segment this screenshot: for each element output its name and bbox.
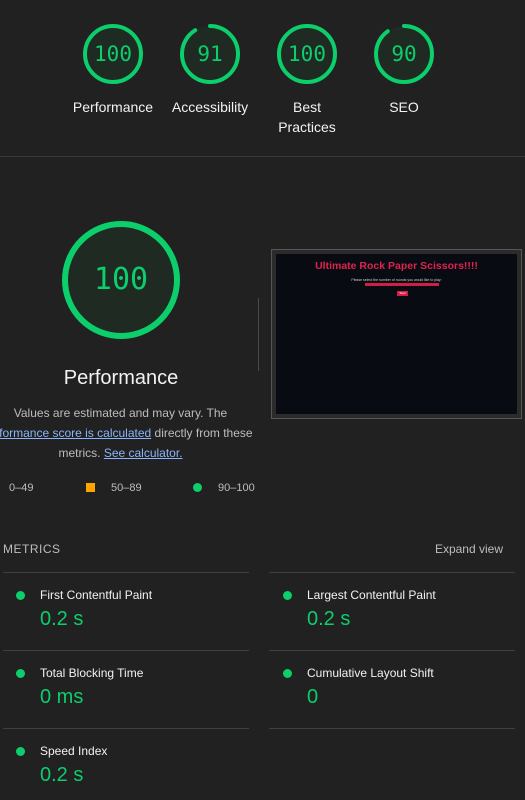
gauge-best-practices-label: Best Practices [278,99,336,135]
metric-divider [269,650,515,651]
screenshot-subtitle: Please select the number of rounds you w… [351,278,442,282]
legend-average-range: 50–89 [111,482,142,494]
score-calculation-link[interactable]: erformance score is calculated [0,426,151,440]
legend-average-square-icon [86,483,95,492]
legend-fail-range: 0–49 [9,482,34,494]
gauge-best-practices-score: 100 [288,42,326,66]
legend-average: 50–89 [86,482,142,494]
metric-value: 0.2 s [40,608,84,630]
legend-fail: 0–49 [9,482,33,494]
gauge-performance-label: Performance [72,99,154,115]
pass-dot-icon [283,591,292,600]
gauge-seo-score: 90 [391,42,417,66]
performance-title: Performance [63,367,179,389]
gauge-seo-label: SEO [389,99,419,115]
final-screenshot[interactable]: Ultimate Rock Paper Scissors!!!! Please … [271,249,522,419]
metric-label: First Contentful Paint [40,588,153,602]
metric-divider [269,572,515,573]
screenshot-input [365,283,439,286]
metric-value: 0 [307,686,319,708]
metric-divider [3,650,249,651]
screenshot-start-button: Start [397,291,408,296]
metric-value: 0.2 s [307,608,351,630]
gauge-seo[interactable]: 90 SEO [354,22,454,117]
metric-label: Total Blocking Time [40,666,144,680]
metric-value: 0 ms [40,686,84,708]
pass-dot-icon [16,669,25,678]
see-calculator-link[interactable]: See calculator. [104,446,183,460]
pass-dot-icon [16,591,25,600]
lighthouse-report: 100 Performance 91 Accessibility 100 Bes… [0,0,525,800]
description-text: Values are estimated and may vary. The [13,406,228,420]
screenshot-content: Ultimate Rock Paper Scissors!!!! Please … [276,254,517,414]
metric-divider [3,728,249,729]
gauge-performance-score: 100 [94,42,132,66]
gauge-accessibility-label: Accessibility [171,99,249,115]
screenshot-title: Ultimate Rock Paper Scissors!!!! [315,260,478,272]
gauge-accessibility-score: 91 [197,42,223,66]
metric-label: Largest Contentful Paint [307,588,436,602]
legend-pass-circle-icon [193,483,202,492]
category-gauges: 100 Performance 91 Accessibility 100 Bes… [0,0,525,157]
gauge-best-practices[interactable]: 100 Best Practices [257,22,357,137]
metric-value: 0.2 s [40,764,84,786]
legend-pass-range: 90–100 [218,482,255,494]
metric-label: Speed Index [40,744,108,758]
performance-description: Values are estimated and may vary. The e… [0,403,259,463]
pass-dot-icon [283,669,292,678]
performance-score-large: 100 [93,262,149,297]
legend-pass: 90–100 [193,482,255,494]
expand-view-button[interactable]: Expand view [435,542,503,556]
metrics-header: METRICS [3,542,61,556]
performance-gauge-large: 100 [60,219,182,341]
gauge-performance[interactable]: 100 Performance [63,22,163,117]
metric-divider [269,728,515,729]
pass-dot-icon [16,747,25,756]
metric-divider [3,572,249,573]
gauge-accessibility[interactable]: 91 Accessibility [160,22,260,117]
metric-label: Cumulative Layout Shift [307,666,434,680]
section-divider [258,298,259,371]
